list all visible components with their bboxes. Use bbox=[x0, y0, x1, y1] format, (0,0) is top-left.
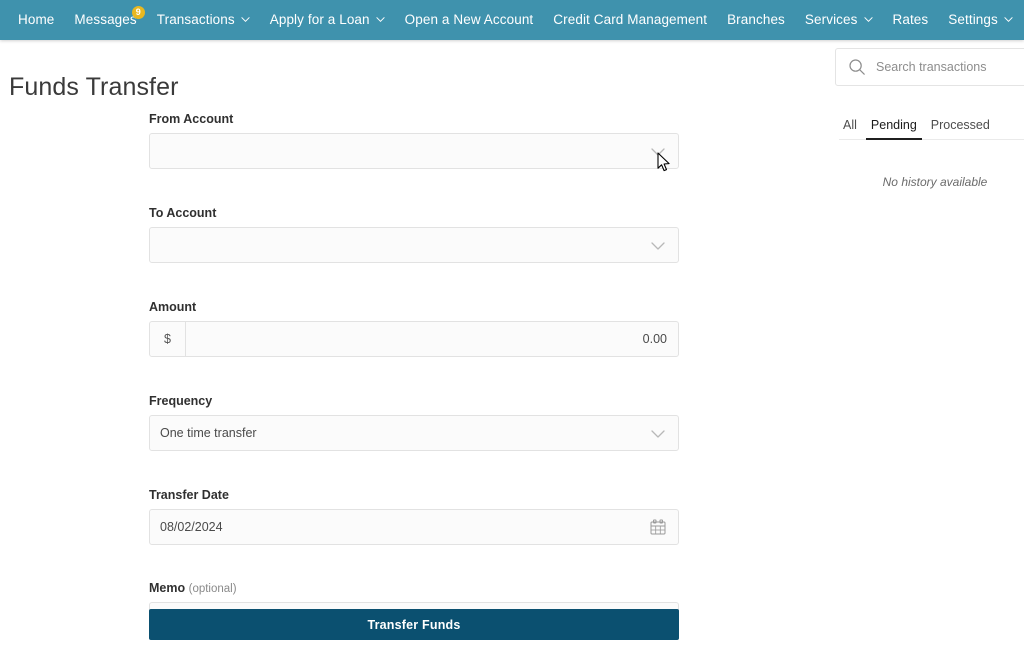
frequency-select[interactable]: One time transfer bbox=[149, 415, 679, 451]
search-icon bbox=[848, 58, 866, 76]
empty-history-message: No history available bbox=[835, 175, 1024, 189]
messages-count-badge: 9 bbox=[132, 6, 145, 19]
tab-processed[interactable]: Processed bbox=[924, 118, 997, 139]
amount-input[interactable]: 0.00 bbox=[186, 332, 678, 346]
nav-item-branches[interactable]: Branches bbox=[717, 0, 795, 40]
nav-item-apply-for-a-loan[interactable]: Apply for a Loan bbox=[260, 0, 395, 40]
nav-item-label: Transactions bbox=[157, 13, 235, 27]
to-account-select[interactable] bbox=[149, 227, 679, 263]
chevron-down-icon bbox=[376, 15, 385, 24]
memo-label: Memo (optional) bbox=[149, 581, 679, 595]
chevron-down-icon bbox=[241, 15, 250, 24]
page-title: Funds Transfer bbox=[9, 73, 179, 102]
frequency-label: Frequency bbox=[149, 394, 679, 408]
chevron-down-icon bbox=[864, 15, 873, 24]
nav-item-open-a-new-account[interactable]: Open a New Account bbox=[395, 0, 544, 40]
nav-item-transactions[interactable]: Transactions bbox=[147, 0, 260, 40]
field-frequency: Frequency One time transfer bbox=[149, 394, 679, 451]
nav-item-services[interactable]: Services bbox=[795, 0, 883, 40]
tab-pending[interactable]: Pending bbox=[864, 118, 924, 139]
chevron-down-icon bbox=[1004, 15, 1013, 24]
transfer-date-input[interactable]: 08/02/2024 bbox=[149, 509, 679, 545]
spacer bbox=[149, 263, 679, 300]
field-from-account: From Account bbox=[149, 112, 679, 169]
transfer-funds-button[interactable]: Transfer Funds bbox=[149, 609, 679, 640]
tab-all[interactable]: All bbox=[839, 118, 864, 139]
spacer bbox=[149, 451, 679, 488]
nav-item-home[interactable]: Home bbox=[8, 0, 64, 40]
funds-transfer-form: From Account To Account Amount $ 0.00 Fr… bbox=[149, 112, 679, 638]
chevron-down-icon bbox=[647, 234, 669, 256]
spacer bbox=[149, 357, 679, 394]
field-transfer-date: Transfer Date 08/02/2024 bbox=[149, 488, 679, 545]
chevron-down-icon bbox=[647, 140, 669, 162]
currency-prefix: $ bbox=[150, 322, 186, 356]
transfer-date-value: 08/02/2024 bbox=[150, 520, 650, 534]
nav-item-label: Open a New Account bbox=[405, 13, 534, 27]
from-account-select[interactable] bbox=[149, 133, 679, 169]
search-transactions-box[interactable]: Search transactions bbox=[835, 48, 1024, 86]
nav-item-label: Settings bbox=[948, 13, 998, 27]
field-to-account: To Account bbox=[149, 206, 679, 263]
from-account-label: From Account bbox=[149, 112, 679, 126]
spacer bbox=[149, 169, 679, 206]
frequency-value: One time transfer bbox=[150, 426, 647, 440]
amount-label: Amount bbox=[149, 300, 679, 314]
nav-item-label: Apply for a Loan bbox=[270, 13, 370, 27]
nav-item-label: Branches bbox=[727, 13, 785, 27]
amount-input-group[interactable]: $ 0.00 bbox=[149, 321, 679, 357]
nav-item-label: Messages bbox=[74, 13, 136, 27]
main-navigation-bar: Home Messages 9 Transactions Apply for a… bbox=[0, 0, 1024, 40]
field-amount: Amount $ 0.00 bbox=[149, 300, 679, 357]
calendar-icon[interactable] bbox=[650, 519, 666, 535]
transfer-date-label: Transfer Date bbox=[149, 488, 679, 502]
nav-item-credit-card-management[interactable]: Credit Card Management bbox=[543, 0, 717, 40]
nav-item-label: Credit Card Management bbox=[553, 13, 707, 27]
nav-item-messages[interactable]: Messages 9 bbox=[64, 0, 146, 40]
nav-item-rates[interactable]: Rates bbox=[883, 0, 939, 40]
nav-item-label: Services bbox=[805, 13, 858, 27]
memo-optional-note: (optional) bbox=[189, 583, 237, 595]
nav-item-label: Home bbox=[18, 13, 54, 27]
history-filter-tabs: All Pending Processed bbox=[839, 118, 1024, 140]
transaction-history-panel: Search transactions All Pending Processe… bbox=[835, 48, 1024, 86]
memo-label-text: Memo bbox=[149, 581, 185, 595]
search-input[interactable]: Search transactions bbox=[876, 60, 986, 74]
to-account-label: To Account bbox=[149, 206, 679, 220]
nav-item-settings[interactable]: Settings bbox=[938, 0, 1023, 40]
spacer bbox=[149, 545, 679, 581]
nav-item-label: Rates bbox=[893, 13, 929, 27]
chevron-down-icon bbox=[647, 422, 669, 444]
